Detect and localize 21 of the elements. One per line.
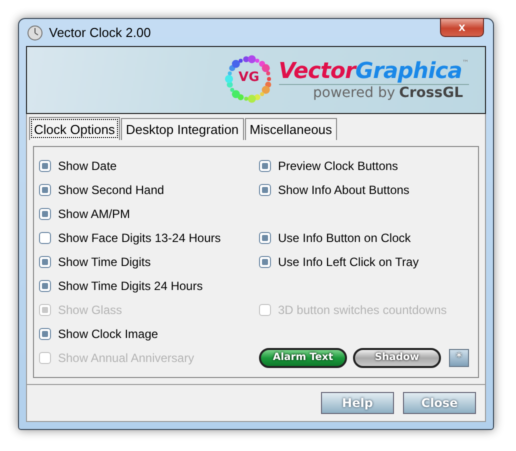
checkbox[interactable]: Show Info About Buttons: [259, 183, 473, 198]
window-title: Vector Clock 2.00: [49, 25, 151, 40]
checkbox[interactable]: Show Face Digits 13-24 Hours: [39, 231, 259, 246]
brand-name: VectorGraphica: [278, 59, 462, 84]
checkbox[interactable]: Preview Clock Buttons: [259, 159, 473, 174]
tab[interactable]: Clock Options: [29, 117, 120, 140]
checkbox[interactable]: Show Date: [39, 159, 259, 174]
checkbox[interactable]: Use Info Button on Clock: [259, 231, 473, 246]
checkbox[interactable]: Show Time Digits: [39, 255, 259, 270]
checkbox[interactable]: Show Second Hand: [39, 183, 259, 198]
clock-icon: [27, 24, 43, 41]
checkbox[interactable]: Show AM/PM: [39, 207, 259, 222]
checkbox[interactable]: Show Time Digits 24 Hours: [39, 279, 259, 294]
tab[interactable]: Desktop Integration: [120, 118, 244, 140]
tagline-brand: CrossGL: [399, 85, 463, 102]
window-close-button[interactable]: x: [440, 18, 484, 37]
tab[interactable]: Miscellaneous: [244, 118, 338, 140]
checkbox[interactable]: Show Clock Image: [39, 327, 259, 342]
checkbox[interactable]: Use Info Left Click on Tray: [259, 255, 473, 270]
logo-mark: VG: [238, 70, 260, 86]
tagline: powered by: [313, 85, 396, 102]
